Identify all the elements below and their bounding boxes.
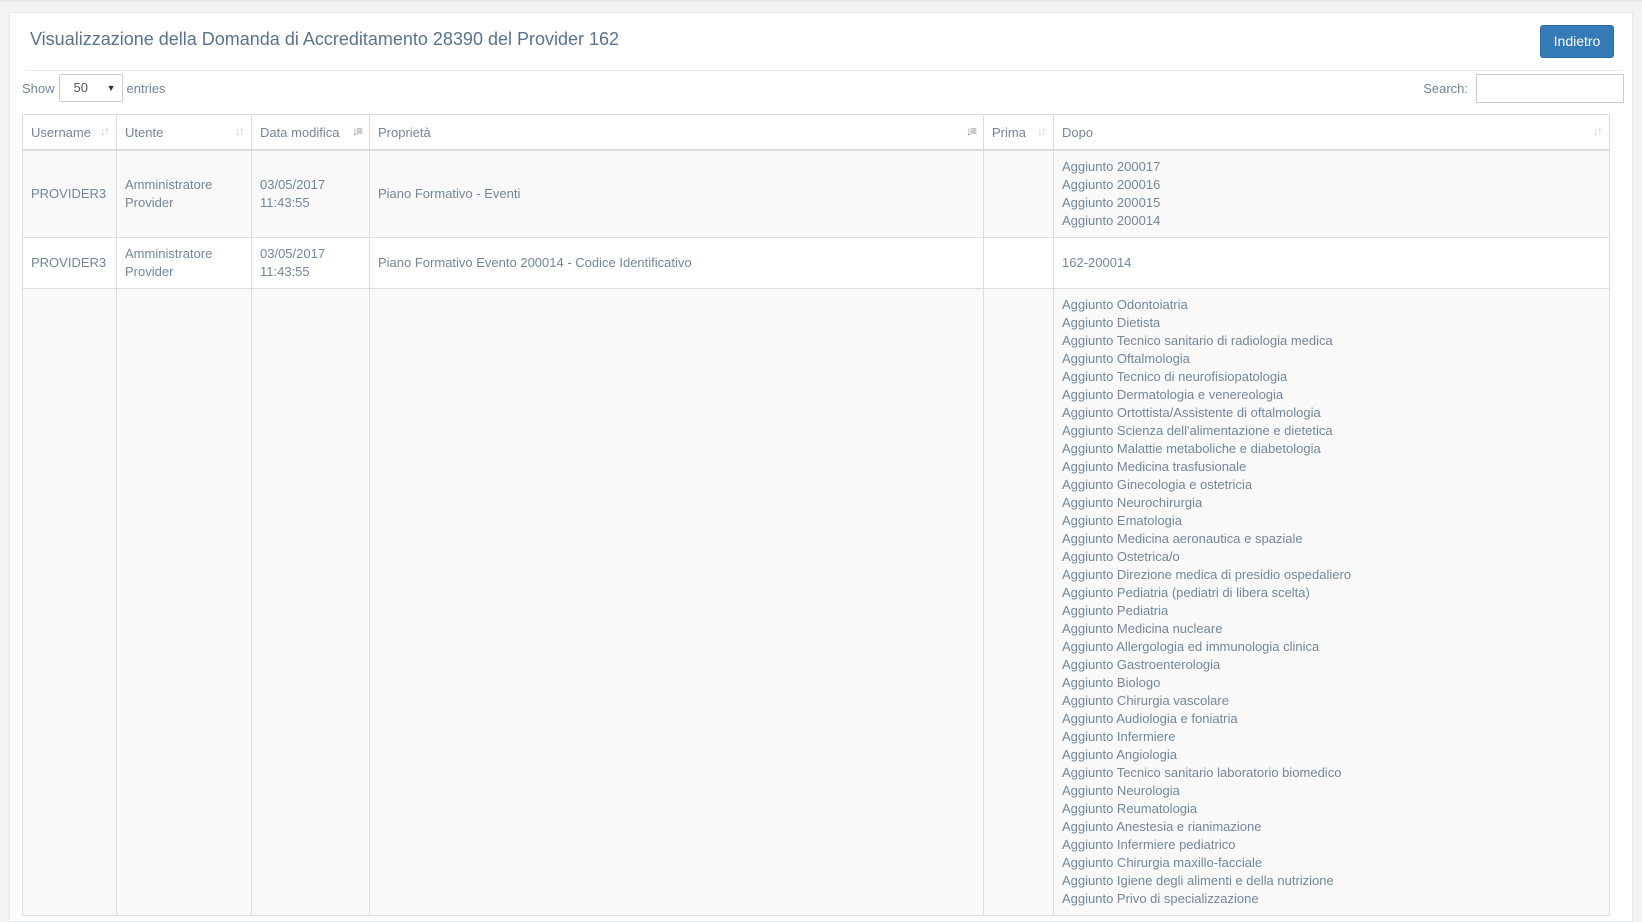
search-input[interactable] — [1476, 74, 1624, 103]
dopo-line: Aggiunto 200014 — [1062, 213, 1161, 228]
cell-prima — [983, 288, 1054, 916]
table-row: PROVIDER3 Amministratore Provider 03/05/… — [22, 237, 1610, 289]
dopo-line: Aggiunto Infermiere — [1062, 729, 1176, 744]
cell-dopo: 162-200014 — [1053, 237, 1610, 289]
column-header-label: Username — [31, 124, 91, 140]
dopo-line: Aggiunto Dietista — [1062, 315, 1161, 330]
top-border — [0, 0, 1642, 2]
dopo-line: Aggiunto 200016 — [1062, 177, 1161, 192]
title-divider — [26, 70, 1622, 71]
dopo-line: 162-200014 — [1062, 255, 1132, 270]
sort-asc-icon: ↓≡ — [965, 124, 977, 138]
column-header-proprieta[interactable]: Proprietà ↓≡ — [369, 114, 984, 151]
entries-label: entries — [126, 80, 166, 96]
dopo-line: Aggiunto Medicina trasfusionale — [1062, 459, 1247, 474]
dopo-line: Aggiunto Igiene degli alimenti e della n… — [1062, 873, 1334, 888]
dopo-line: Aggiunto Tecnico sanitario di radiologia… — [1062, 333, 1333, 348]
cell-utente: Amministratore Provider — [116, 149, 252, 238]
dopo-line: Aggiunto Audiologia e foniatria — [1062, 711, 1238, 726]
dopo-line: Aggiunto Direzione medica di presidio os… — [1062, 567, 1352, 582]
dopo-line: Aggiunto Ortottista/Assistente di oftalm… — [1062, 405, 1321, 420]
show-label: Show — [22, 80, 55, 96]
cell-prima — [983, 149, 1054, 238]
sort-desc-icon: ↓≡ — [351, 124, 363, 138]
cell-proprieta: Piano Formativo - Eventi — [369, 149, 984, 238]
cell-data-modifica: 03/05/2017 11:43:55 — [251, 237, 370, 289]
dopo-line: Aggiunto Chirurgia vascolare — [1062, 693, 1229, 708]
dopo-line: Aggiunto Tecnico di neurofisiopatologia — [1062, 369, 1288, 384]
dopo-line: Aggiunto Privo di specializzazione — [1062, 891, 1259, 906]
column-header-label: Proprietà — [378, 124, 431, 140]
cell-username: PROVIDER3 — [22, 149, 117, 238]
cell-username — [22, 288, 117, 916]
dopo-line: Aggiunto Odontoiatria — [1062, 297, 1188, 312]
table-row: PROVIDER3 Amministratore Provider 03/05/… — [22, 149, 1610, 238]
dopo-line: Aggiunto Ginecologia e ostetricia — [1062, 477, 1253, 492]
column-header-label: Prima — [992, 124, 1026, 140]
cell-utente: Amministratore Provider — [116, 237, 252, 289]
column-header-label: Utente — [125, 124, 164, 140]
column-header-dopo[interactable]: Dopo ↓↑ — [1053, 114, 1610, 151]
cell-data-modifica — [251, 288, 370, 916]
cell-prima — [983, 237, 1054, 289]
dopo-line: Aggiunto Neurochirurgia — [1062, 495, 1203, 510]
dopo-line: Aggiunto Medicina aeronautica e spaziale — [1062, 531, 1303, 546]
cell-proprieta: Piano Formativo Evento 200014 - Codice I… — [369, 237, 984, 289]
cell-username: PROVIDER3 — [22, 237, 117, 289]
back-button[interactable]: Indietro — [1540, 25, 1614, 58]
cell-utente — [116, 288, 252, 916]
sort-both-icon: ↓↑ — [1593, 124, 1603, 138]
dopo-line: Aggiunto Dermatologia e venereologia — [1062, 387, 1284, 402]
column-header-username[interactable]: Username ↓↑ — [22, 114, 117, 151]
entries-length-control: Show 50 ▼ entries — [22, 74, 166, 102]
column-header-prima[interactable]: Prima ↓↑ — [983, 114, 1054, 151]
dopo-line: Aggiunto Allergologia ed immunologia cli… — [1062, 639, 1320, 654]
dopo-line: Aggiunto Pediatria (pediatri di libera s… — [1062, 585, 1310, 600]
cell-proprieta — [369, 288, 984, 916]
page-title: Visualizzazione della Domanda di Accredi… — [30, 29, 620, 49]
sort-both-icon: ↓↑ — [235, 124, 245, 138]
dopo-line: Aggiunto Scienza dell'alimentazione e di… — [1062, 423, 1333, 438]
dopo-line: Aggiunto Ematologia — [1062, 513, 1182, 528]
dopo-line: Aggiunto Infermiere pediatrico — [1062, 837, 1236, 852]
column-header-label: Data modifica — [260, 124, 340, 140]
dopo-line: Aggiunto Malattie metaboliche e diabetol… — [1062, 441, 1321, 456]
dopo-line: Aggiunto Anestesia e rianimazione — [1062, 819, 1262, 834]
search-label: Search: — [1423, 81, 1468, 96]
dopo-line: Aggiunto Biologo — [1062, 675, 1161, 690]
cell-data-modifica: 03/05/2017 11:43:55 — [251, 149, 370, 238]
changes-table: Username ↓↑ Utente ↓↑ Data modifica ↓≡ P… — [22, 114, 1610, 916]
dopo-line: Aggiunto 200017 — [1062, 159, 1161, 174]
column-header-data-modifica[interactable]: Data modifica ↓≡ — [251, 114, 370, 151]
dopo-line: Aggiunto Gastroenterologia — [1062, 657, 1221, 672]
sort-both-icon: ↓↑ — [100, 124, 110, 138]
column-header-utente[interactable]: Utente ↓↑ — [116, 114, 252, 151]
chevron-down-icon: ▼ — [106, 83, 116, 93]
sort-both-icon: ↓↑ — [1037, 124, 1047, 138]
cell-dopo: Aggiunto Odontoiatria Aggiunto Dietista … — [1053, 288, 1610, 916]
column-header-label: Dopo — [1062, 124, 1094, 140]
entries-select-value: 50 — [73, 80, 88, 95]
dopo-line: Aggiunto Oftalmologia — [1062, 351, 1190, 366]
dopo-line: Aggiunto 200015 — [1062, 195, 1161, 210]
table-header-row: Username ↓↑ Utente ↓↑ Data modifica ↓≡ P… — [22, 114, 1610, 151]
dopo-line: Aggiunto Medicina nucleare — [1062, 621, 1223, 636]
dopo-line: Aggiunto Ostetrica/o — [1062, 549, 1180, 564]
dopo-line: Aggiunto Tecnico sanitario laboratorio b… — [1062, 765, 1342, 780]
search-control: Search: — [1423, 74, 1624, 103]
table-row: Aggiunto Odontoiatria Aggiunto Dietista … — [22, 288, 1610, 916]
dopo-line: Aggiunto Pediatria — [1062, 603, 1169, 618]
dopo-line: Aggiunto Neurologia — [1062, 783, 1180, 798]
dopo-line: Aggiunto Chirurgia maxillo-facciale — [1062, 855, 1263, 870]
entries-select[interactable]: 50 ▼ — [58, 74, 123, 102]
dopo-line: Aggiunto Angiologia — [1062, 747, 1177, 762]
cell-dopo: Aggiunto 200017 Aggiunto 200016 Aggiunto… — [1053, 149, 1610, 238]
dopo-line: Aggiunto Reumatologia — [1062, 801, 1198, 816]
